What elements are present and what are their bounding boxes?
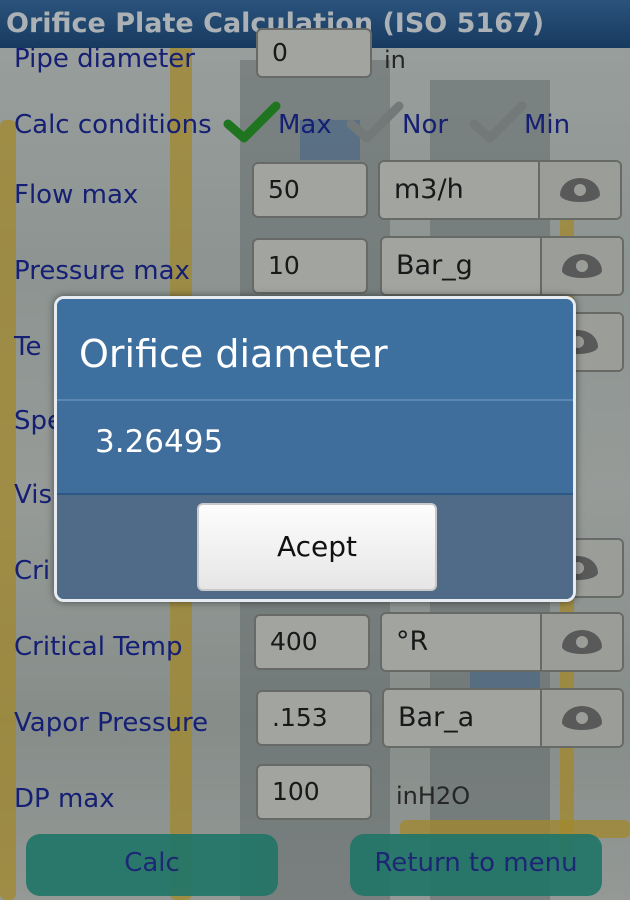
dialog-footer: Acept xyxy=(57,495,573,599)
orifice-diameter-dialog: Orifice diameter 3.26495 Acept xyxy=(54,296,576,602)
accept-button[interactable]: Acept xyxy=(197,503,437,591)
dialog-result-value: 3.26495 xyxy=(57,401,573,495)
dialog-title: Orifice diameter xyxy=(57,299,573,401)
